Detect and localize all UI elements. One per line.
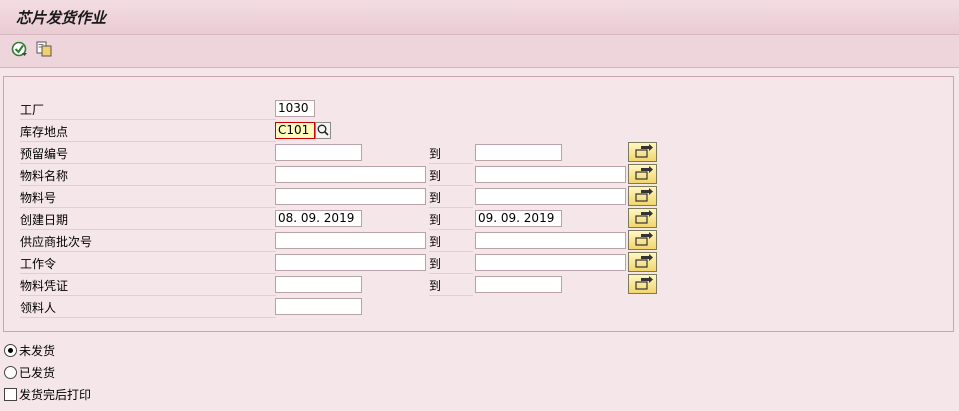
plant-label: 工厂 <box>20 102 276 120</box>
page-title: 芯片发货作业 <box>16 9 107 27</box>
shipped-radio[interactable] <box>4 366 17 379</box>
multiple-selection-button[interactable] <box>628 252 657 272</box>
not-shipped-radio[interactable] <box>4 344 17 357</box>
row-created-date: 创建日期 到 <box>4 208 953 230</box>
supplier-batch-to-label: 到 <box>429 234 473 252</box>
row-material-name: 物料名称 到 <box>4 164 953 186</box>
reservation-no-to-field[interactable] <box>475 144 562 161</box>
multiple-selection-button[interactable] <box>628 186 657 206</box>
shipped-label: 已发货 <box>19 366 56 380</box>
multiple-selection-icon <box>635 232 653 246</box>
reservation-no-to-label: 到 <box>429 146 473 164</box>
material-doc-to-label: 到 <box>429 278 473 296</box>
supplier-batch-from-field[interactable] <box>275 232 426 249</box>
option-shipped[interactable]: 已发货 <box>4 364 55 382</box>
receiver-label: 领料人 <box>20 300 276 318</box>
multiple-selection-icon <box>635 166 653 180</box>
work-order-to-label: 到 <box>429 256 473 274</box>
material-name-label: 物料名称 <box>20 168 276 186</box>
work-order-to-field[interactable] <box>475 254 626 271</box>
material-no-label: 物料号 <box>20 190 276 208</box>
print-after-checkbox[interactable] <box>4 388 17 401</box>
multiple-selection-icon <box>635 254 653 268</box>
material-doc-label: 物料凭证 <box>20 278 276 296</box>
execute-icon[interactable] <box>11 40 29 58</box>
multiple-selection-icon <box>635 276 653 290</box>
selection-panel: 工厂 库存地点 预留编号 到 物料名称 到 <box>3 76 954 332</box>
multiple-selection-button[interactable] <box>628 142 657 162</box>
row-work-order: 工作令 到 <box>4 252 953 274</box>
material-name-to-label: 到 <box>429 168 473 186</box>
receiver-field[interactable] <box>275 298 362 315</box>
row-material-no: 物料号 到 <box>4 186 953 208</box>
title-bar: 芯片发货作业 <box>0 0 959 35</box>
search-help-button[interactable] <box>315 122 331 139</box>
material-name-to-field[interactable] <box>475 166 626 183</box>
storage-location-field[interactable] <box>275 122 315 139</box>
storage-location-label: 库存地点 <box>20 124 276 142</box>
multiple-selection-button[interactable] <box>628 274 657 294</box>
supplier-batch-to-field[interactable] <box>475 232 626 249</box>
row-supplier-batch: 供应商批次号 到 <box>4 230 953 252</box>
multiple-selection-icon <box>635 188 653 202</box>
reservation-no-from-field[interactable] <box>275 144 362 161</box>
material-no-to-label: 到 <box>429 190 473 208</box>
work-order-label: 工作令 <box>20 256 276 274</box>
created-date-to-label: 到 <box>429 212 473 230</box>
option-print-after[interactable]: 发货完后打印 <box>4 386 91 404</box>
material-doc-from-field[interactable] <box>275 276 362 293</box>
row-reservation-no: 预留编号 到 <box>4 142 953 164</box>
plant-field[interactable] <box>275 100 315 117</box>
multiple-selection-icon <box>635 144 653 158</box>
multiple-selection-button[interactable] <box>628 164 657 184</box>
created-date-from-field[interactable] <box>275 210 362 227</box>
not-shipped-label: 未发货 <box>19 344 56 358</box>
material-no-to-field[interactable] <box>475 188 626 205</box>
option-not-shipped[interactable]: 未发货 <box>4 342 55 360</box>
search-icon <box>317 124 329 136</box>
application-toolbar <box>0 35 959 68</box>
supplier-batch-label: 供应商批次号 <box>20 234 276 252</box>
material-doc-to-field[interactable] <box>475 276 562 293</box>
created-date-to-field[interactable] <box>475 210 562 227</box>
multiple-selection-button[interactable] <box>628 208 657 228</box>
material-name-from-field[interactable] <box>275 166 426 183</box>
get-variant-icon[interactable] <box>35 40 53 58</box>
material-no-from-field[interactable] <box>275 188 426 205</box>
reservation-no-label: 预留编号 <box>20 146 276 164</box>
multiple-selection-button[interactable] <box>628 230 657 250</box>
print-after-label: 发货完后打印 <box>19 388 92 402</box>
row-material-doc: 物料凭证 到 <box>4 274 953 296</box>
multiple-selection-icon <box>635 210 653 224</box>
created-date-label: 创建日期 <box>20 212 276 230</box>
work-order-from-field[interactable] <box>275 254 426 271</box>
